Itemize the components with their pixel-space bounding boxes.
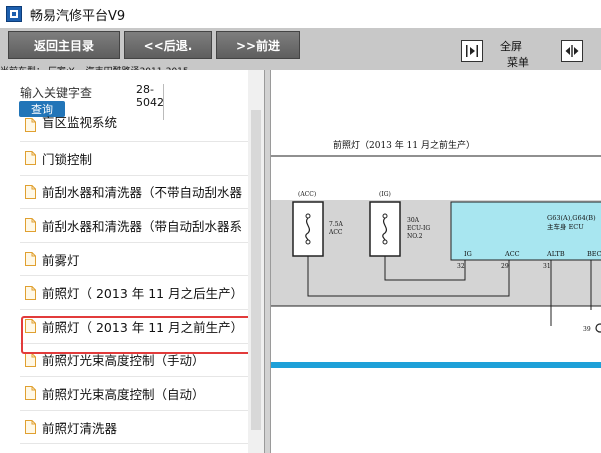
panel-splitter[interactable] — [264, 70, 271, 453]
pin-number-39: 39 — [583, 326, 591, 333]
circuit-list: 盲区监视系统 门锁控制 前刮水器和清洗器（不带自动刮水器 前刮水器和清洗器（带自… — [20, 115, 252, 445]
list-item-label: 前照灯清洗器 — [42, 420, 118, 436]
code-line-1: 28- — [136, 83, 154, 96]
document-icon — [25, 252, 36, 267]
fullscreen-toggle-button[interactable] — [561, 40, 583, 62]
back-button[interactable]: <<后退. — [124, 31, 212, 59]
code-display: 28- 5042 — [136, 83, 164, 109]
fuse1-name: ACC — [328, 229, 343, 236]
menu-label[interactable]: 菜单 — [507, 54, 529, 70]
document-icon — [25, 151, 36, 166]
arrow-right-icon — [466, 45, 478, 57]
fuse2-source-label: (IG) — [379, 191, 391, 198]
list-item[interactable]: 前照灯光束高度控制（自动） — [20, 377, 252, 411]
fuse2-number: NO.2 — [407, 233, 423, 240]
pin-altb-label: ALTB — [546, 250, 565, 258]
list-item[interactable]: 盲区监视系统 — [20, 115, 252, 142]
fuse2-rating: 30A — [407, 217, 420, 224]
collapse-panel-button[interactable] — [461, 40, 483, 62]
fuse1-rating: 7.5A — [329, 221, 344, 228]
document-icon — [25, 420, 36, 435]
document-icon — [25, 352, 36, 367]
list-item-selected[interactable]: 前照灯（ 2013 年 11 月之前生产） — [20, 310, 252, 344]
list-item-label: 前照灯光束高度控制（手动） — [42, 353, 205, 369]
list-item-label: 前照灯（ 2013 年 11 月之后生产） — [42, 286, 244, 302]
list-item[interactable]: 前刮水器和清洗器（不带自动刮水器 — [20, 176, 252, 210]
list-item-label: 前刮水器和清洗器（带自动刮水器系 — [42, 218, 243, 234]
list-item-label: 门锁控制 — [42, 151, 93, 167]
document-icon — [25, 319, 36, 334]
fuse1-source-label: (ACC) — [298, 191, 316, 198]
left-panel: 输入关键字查 查询 28- 5042 盲区监视系统 门锁控制 前刮水器和清洗器（… — [0, 70, 264, 453]
search-input[interactable]: 输入关键字查 — [20, 84, 92, 101]
scrollbar-thumb[interactable] — [251, 110, 261, 430]
pin-number-32: 32 — [457, 263, 465, 270]
document-icon — [25, 285, 36, 300]
list-item-label: 盲区监视系统 — [42, 115, 118, 130]
list-item-label: 前刮水器和清洗器（不带自动刮水器 — [42, 185, 243, 201]
back-to-main-button[interactable]: 返回主目录 — [8, 31, 120, 59]
pin-ig-label: IG — [464, 250, 472, 258]
list-item[interactable]: 门锁控制 — [20, 142, 252, 176]
wiring-diagram: 前照灯（2013 年 11 月之前生产） G63(A),G64(B) 主车身 E… — [271, 70, 601, 453]
document-icon — [25, 386, 36, 401]
list-item[interactable]: 前照灯（ 2013 年 11 月之后生产） — [20, 276, 252, 310]
ecu-name-label: 主车身 ECU — [547, 222, 584, 231]
toolbar: 返回主目录 <<后退. >>前进 全屏 菜单 当前车型： 厂家:Y-一汽丰田酷路… — [0, 28, 601, 77]
document-icon — [25, 184, 36, 199]
list-scrollbar[interactable] — [248, 70, 264, 453]
list-item[interactable]: 前照灯清洗器 — [20, 411, 252, 445]
list-item-label: 前照灯（ 2013 年 11 月之前生产） — [42, 319, 244, 335]
ecu-connector-label: G63(A),G64(B) — [547, 214, 596, 222]
divider — [163, 84, 164, 120]
list-item[interactable]: 前刮水器和清洗器（带自动刮水器系 — [20, 209, 252, 243]
title-bar: 畅易汽修平台V9 — [0, 0, 601, 28]
diagram-title: 前照灯（2013 年 11 月之前生产） — [333, 139, 475, 151]
code-line-2: 5042 — [136, 96, 164, 109]
document-icon — [25, 118, 36, 132]
diagram-canvas: 前照灯（2013 年 11 月之前生产） G63(A),G64(B) 主车身 E… — [271, 70, 601, 453]
fuse2-name: ECU-IG — [407, 225, 430, 232]
list-item-label: 前雾灯 — [42, 252, 80, 268]
pin-acc-label: ACC — [504, 250, 520, 258]
forward-button[interactable]: >>前进 — [216, 31, 300, 59]
list-item-label: 前照灯光束高度控制（自动） — [42, 386, 205, 402]
document-icon — [25, 218, 36, 233]
pin-number-29: 29 — [501, 263, 509, 270]
list-item[interactable]: 前照灯光束高度控制（手动） — [20, 344, 252, 378]
section-divider-bar — [271, 362, 601, 368]
list-item[interactable]: 前雾灯 — [20, 243, 252, 277]
window-title: 畅易汽修平台V9 — [30, 8, 126, 24]
pin-number-31: 31 — [543, 263, 551, 270]
pin-bec-label: BEC — [587, 250, 601, 258]
search-area: 输入关键字查 查询 28- 5042 — [0, 70, 264, 122]
app-logo-icon — [6, 6, 22, 22]
expand-arrows-icon — [565, 45, 579, 57]
fullscreen-label[interactable]: 全屏 — [500, 38, 522, 54]
